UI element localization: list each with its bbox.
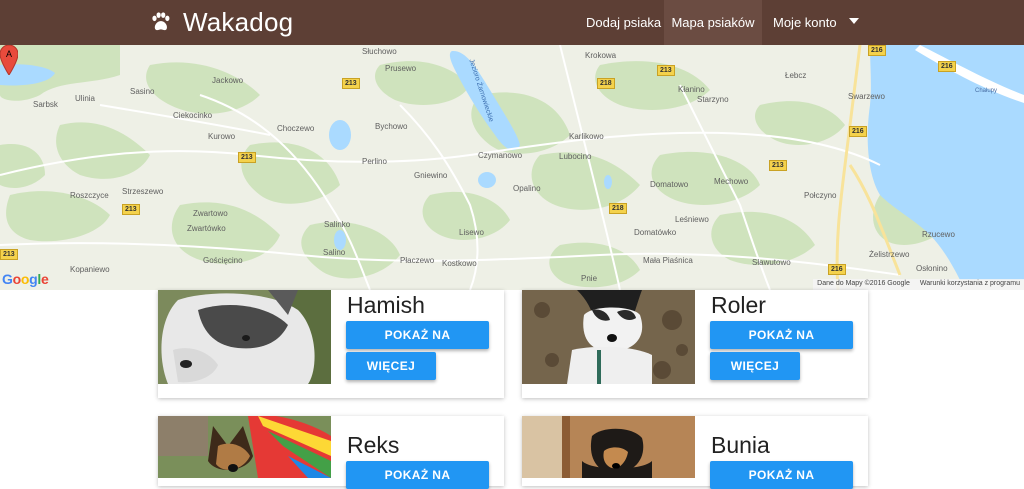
road-number: 213 <box>657 65 675 76</box>
map-place-label: Czymanowo <box>478 151 523 160</box>
road-number: 213 <box>0 249 18 260</box>
map-place-label: Zwartowo <box>193 209 228 218</box>
map-place-label: Opalino <box>513 184 541 193</box>
map-place-label: Salino <box>323 248 346 257</box>
road-number: 213 <box>769 160 787 171</box>
map-place-label: Kopaniewo <box>70 265 110 274</box>
road-number: 218 <box>609 203 627 214</box>
dog-card: Hamish POKAŻ NA WIĘCEJ <box>158 290 504 398</box>
dog-photo[interactable] <box>158 416 331 478</box>
map-place-label: Pnie <box>581 274 598 283</box>
map-place-label: Ciekocinko <box>173 111 213 120</box>
dog-name: Reks <box>347 432 400 458</box>
map-place-label: Płaczewo <box>400 256 435 265</box>
dog-card: Bunia POKAŻ NA <box>522 416 868 489</box>
map-place-label: Kostkowo <box>442 259 477 268</box>
map-place-label: Rzucewo <box>922 230 955 239</box>
map-place-label: Mechowo <box>714 177 749 186</box>
map-place-label: Gościęcino <box>203 256 243 265</box>
map-place-label: Ulinia <box>75 94 96 103</box>
map-place-label: Chałupy <box>975 88 998 94</box>
map-place-label: Leśniewo <box>675 215 709 224</box>
map-place-label: Sasino <box>130 87 155 96</box>
show-on-map-button[interactable]: POKAŻ NA <box>710 461 853 489</box>
map-place-label: Łebcz <box>785 71 807 80</box>
road-number: 216 <box>828 264 846 275</box>
map-place-label: Domatówko <box>634 228 677 237</box>
map-place-label: Domatowo <box>650 180 689 189</box>
road-number: 213 <box>122 204 140 215</box>
map-place-label: Kurowo <box>208 132 236 141</box>
nav-add-dog[interactable]: Dodaj psiaka <box>575 0 672 45</box>
map-place-label: Gniewino <box>414 171 448 180</box>
map-place-label: Starzyno <box>697 95 729 104</box>
more-button[interactable]: WIĘCEJ <box>710 352 800 380</box>
map-place-label: Roszczyce <box>70 191 109 200</box>
paw-icon <box>152 12 170 31</box>
map-place-label: Karlikowo <box>569 132 604 141</box>
show-on-map-button[interactable]: POKAŻ NA <box>346 461 489 489</box>
map-place-label: Perlino <box>362 157 387 166</box>
brand-link[interactable]: Wakadog <box>149 6 293 38</box>
map-place-label: Sarbsk <box>33 100 58 109</box>
map-data-credit: Dane do Mapy ©2016 Google <box>817 280 910 287</box>
dog-card: Reks POKAŻ NA <box>158 416 504 489</box>
dog-name: Hamish <box>347 292 425 318</box>
map-marker-icon[interactable]: A <box>0 45 18 75</box>
show-on-map-button[interactable]: POKAŻ NA <box>346 321 489 349</box>
road-number: 216 <box>849 126 867 137</box>
map-place-label: Choczewo <box>277 124 315 133</box>
show-on-map-button[interactable]: POKAŻ NA <box>710 321 853 349</box>
marker-label: A <box>6 49 12 59</box>
map-place-label: Słuchowo <box>362 47 397 56</box>
more-button[interactable]: WIĘCEJ <box>346 352 436 380</box>
map-place-label: Mała Piaśnica <box>643 256 693 265</box>
map-place-label: Kłanino <box>678 85 705 94</box>
map-place-label: Żelistrzewo <box>869 250 910 259</box>
top-navbar: Wakadog Dodaj psiaka Mapa psiaków Moje k… <box>0 0 1024 45</box>
map-place-label: Krokowa <box>585 51 617 60</box>
map-place-label: Salinko <box>324 220 351 229</box>
road-number: 218 <box>597 78 615 89</box>
nav-dog-map[interactable]: Mapa psiaków <box>664 0 762 45</box>
dog-photo[interactable] <box>522 290 695 384</box>
dog-card: Roler POKAŻ NA WIĘCEJ <box>522 290 868 398</box>
road-number: 213 <box>238 152 256 163</box>
dog-map[interactable]: Słuchowo Prusewo Krokowa Łebcz Swarzewo … <box>0 45 1024 290</box>
dog-name: Roler <box>711 292 766 318</box>
map-place-label: Swarzewo <box>848 92 885 101</box>
map-place-label: Strzeszewo <box>122 187 164 196</box>
map-place-label: Bychowo <box>375 122 408 131</box>
road-number: 216 <box>938 61 956 72</box>
map-place-label: Jackowo <box>212 76 244 85</box>
map-place-label: Połczyno <box>804 191 837 200</box>
map-place-label: Prusewo <box>385 64 417 73</box>
nav-my-account[interactable]: Moje konto <box>762 0 848 45</box>
dog-photo[interactable] <box>158 290 331 384</box>
map-place-label: Lisewo <box>459 228 484 237</box>
road-number: 216 <box>868 45 886 56</box>
google-logo: Google <box>2 271 49 287</box>
chevron-down-icon[interactable] <box>849 18 859 24</box>
map-terms-link[interactable]: Warunki korzystania z programu <box>920 280 1020 289</box>
brand-name: Wakadog <box>183 6 294 37</box>
dog-name: Bunia <box>711 432 770 458</box>
map-place-label: Lubocino <box>559 152 592 161</box>
map-attribution: Dane do Mapy ©2016 Google Warunki korzys… <box>813 279 1024 290</box>
map-place-label: Zwartówko <box>187 224 226 233</box>
map-place-label: Osłonino <box>916 264 948 273</box>
road-number: 213 <box>342 78 360 89</box>
dog-photo[interactable] <box>522 416 695 478</box>
map-place-label: Sławutowo <box>752 258 791 267</box>
